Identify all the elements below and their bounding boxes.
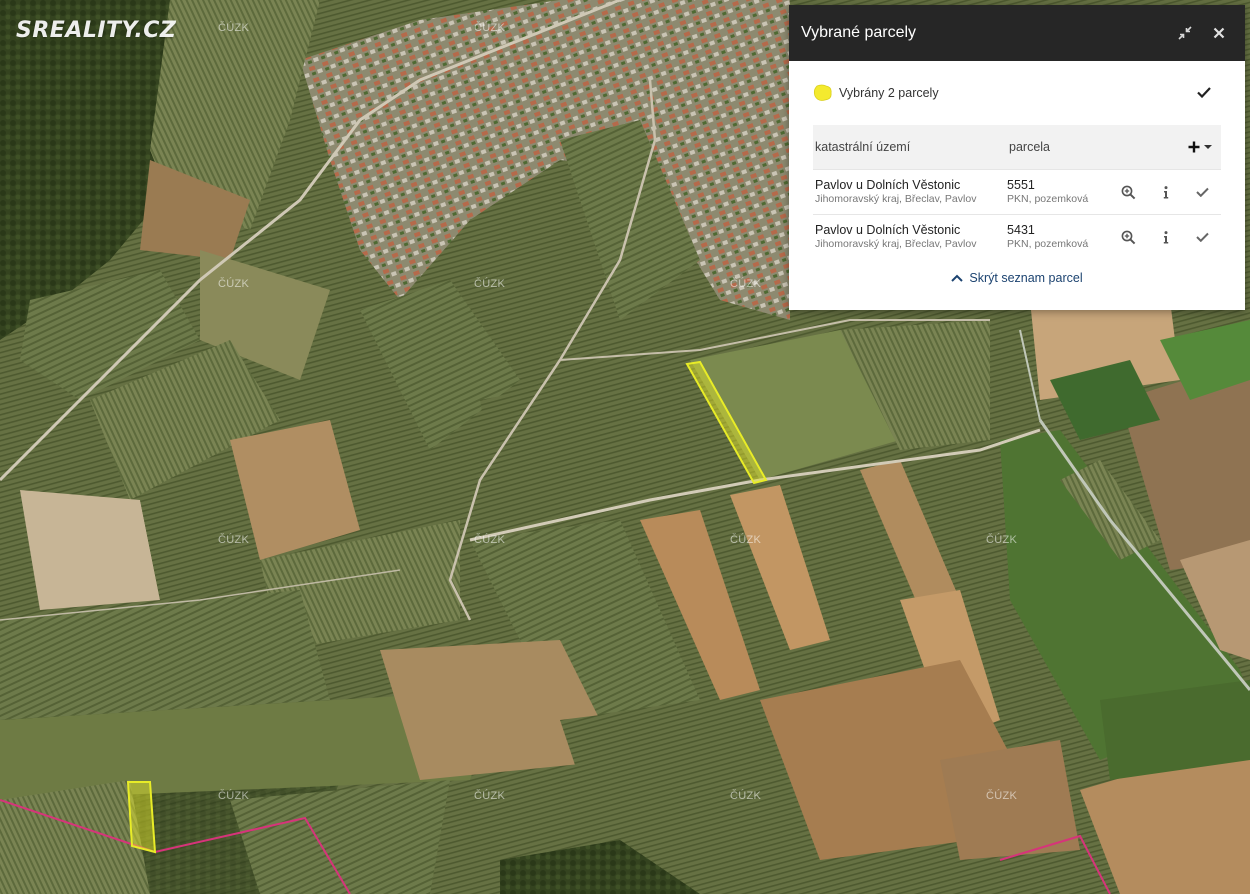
cuzk-watermark: ČÚZK [986,534,1018,546]
cadastral-area-name: Pavlov u Dolních Věstonic [815,223,961,237]
cuzk-watermark: ČÚZK [474,278,506,290]
close-button[interactable] [1205,19,1233,47]
chevron-up-icon [951,274,964,282]
panel-header: Vybrané parcely [789,5,1245,61]
cuzk-watermark: ČÚZK [218,534,250,546]
cuzk-watermark: ČÚZK [730,790,762,802]
parcel-info-button[interactable] [1147,230,1184,244]
column-header-cadastral-area: katastrální území [815,140,911,154]
table-row[interactable]: Pavlov u Dolních Věstonic Jihomoravský k… [813,214,1221,259]
cuzk-watermark: ČÚZK [986,790,1018,802]
parcel-info-button[interactable] [1147,185,1184,199]
hide-parcel-list-link[interactable]: Skrýt seznam parcel [813,271,1221,285]
parcel-select-check[interactable] [1184,232,1221,242]
panel-title: Vybrané parcely [801,24,917,41]
close-icon [1213,27,1225,39]
cuzk-watermark: ČÚZK [474,22,506,34]
parcels-table-header: katastrální území parcela [813,125,1221,169]
parcel-type: PKN, pozemková [1007,193,1089,205]
parcel-shape-icon [813,84,832,101]
cadastral-area-name: Pavlov u Dolních Věstonic [815,178,961,192]
cuzk-watermark: ČÚZK [218,22,250,34]
cadastral-area-detail: Jihomoravský kraj, Břeclav, Pavlov [815,238,977,250]
info-icon [1163,185,1168,198]
cuzk-watermark: ČÚZK [474,534,506,546]
plus-icon [1188,141,1200,153]
add-parcel-dropdown[interactable] [1188,141,1213,153]
selected-parcels-panel: Vybrané parcely Vybrány 2 parcely katast… [789,5,1245,310]
hide-parcel-list-label: Skrýt seznam parcel [969,271,1083,285]
cuzk-watermark: ČÚZK [218,790,250,802]
cuzk-watermark: ČÚZK [474,790,506,802]
selected-parcel-5431 [126,781,157,854]
zoom-to-parcel-button[interactable] [1110,230,1147,245]
zoom-in-icon [1121,185,1136,199]
parcel-number: 5551 [1007,178,1035,192]
info-icon [1163,230,1168,243]
table-row[interactable]: Pavlov u Dolních Věstonic Jihomoravský k… [813,169,1221,214]
zoom-to-parcel-button[interactable] [1110,185,1147,200]
cuzk-watermark: ČÚZK [730,278,762,290]
sreality-logo: SREALITY.CZ [16,18,177,43]
selection-count-text: Vybrány 2 parcely [839,86,939,100]
collapse-arrows-icon [1178,26,1192,40]
cuzk-watermark: ČÚZK [218,278,250,290]
checkmark-icon [1196,232,1209,242]
selection-summary: Vybrány 2 parcely [813,61,1221,125]
parcel-number: 5431 [1007,223,1035,237]
zoom-in-icon [1121,230,1136,244]
checkmark-icon [1197,87,1211,99]
cadastral-area-detail: Jihomoravský kraj, Břeclav, Pavlov [815,193,977,205]
minimize-button[interactable] [1171,19,1199,47]
cuzk-watermark: ČÚZK [730,534,762,546]
caret-down-icon [1204,145,1212,149]
checkmark-icon [1196,187,1209,197]
select-all-check[interactable] [1197,85,1211,101]
column-header-parcel: parcela [1009,140,1050,154]
parcel-select-check[interactable] [1184,187,1221,197]
parcel-type: PKN, pozemková [1007,238,1089,250]
